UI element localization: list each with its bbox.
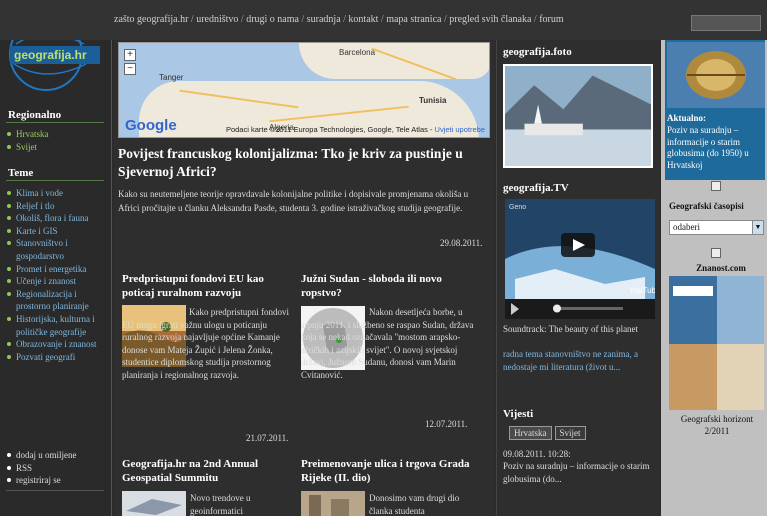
regional-divider xyxy=(6,122,104,123)
left-sidebar: geografija.hr Regionalno Hrvatska Svijet … xyxy=(0,0,112,516)
middle-column: geografija.foto geografija.TV YouTube Ge… xyxy=(496,40,659,516)
sidebar-item-regional[interactable]: Svijet xyxy=(6,141,110,154)
map-label: Tanger xyxy=(159,73,184,82)
casopis-select[interactable]: odaberi ▼ xyxy=(669,220,764,235)
sidebar-item-tema[interactable]: Stanovništvo i gospodarstvo xyxy=(6,237,110,262)
youtube-logo: YouTube xyxy=(629,286,655,295)
top-nav-link[interactable]: uredništvo xyxy=(196,14,238,25)
news-tabs: Hrvatska Svijet xyxy=(509,426,586,440)
select-value: odaberi xyxy=(673,222,700,232)
magazine-cover[interactable] xyxy=(669,276,764,410)
main-content: Barcelona Tunisia Tanger Algeria + − Goo… xyxy=(114,40,495,516)
article-title[interactable]: Preimenovanje ulica i trgova Grada Rijek… xyxy=(301,457,481,485)
featured-photo[interactable] xyxy=(503,64,653,168)
forum-topic-link[interactable]: radna tema stanovništvo ne zanima, a ned… xyxy=(503,348,659,373)
top-nav-link[interactable]: zašto geografija.hr xyxy=(114,14,188,25)
nav-separator: / xyxy=(298,14,307,25)
map-label: Tunisia xyxy=(419,96,447,105)
sidebar-item-tema[interactable]: Okoliš, flora i fauna xyxy=(6,212,110,225)
top-nav-link[interactable]: forum xyxy=(539,14,563,25)
logo-text: geografija.hr xyxy=(14,48,87,62)
right-column: Aktualno: Poziv na suradnju – informacij… xyxy=(661,40,767,516)
sidebar-item-tema[interactable]: Regionalizacija i prostorno planiranje xyxy=(6,288,110,313)
video-player[interactable]: YouTube Geno xyxy=(505,199,655,319)
top-navigation: zašto geografija.hr / uredništvo / drugi… xyxy=(114,14,564,25)
map-widget[interactable]: Barcelona Tunisia Tanger Algeria + − Goo… xyxy=(118,42,490,138)
magazine-caption[interactable]: Geografski horizont 2/2011 xyxy=(669,414,765,437)
sidebar-item-utility[interactable]: dodaj u omiljene xyxy=(6,449,110,462)
zoom-in-button[interactable]: + xyxy=(124,49,136,61)
news-text[interactable]: Poziv na suradnju – informacije o starim… xyxy=(503,460,659,485)
map-attribution-text: Podaci karte ©2011 Europa Technologies, … xyxy=(225,125,433,134)
article-date: 21.07.2011. xyxy=(246,433,289,443)
top-nav-link[interactable]: pregled svih članaka xyxy=(449,14,531,25)
sidebar-item-tema[interactable]: Promet i energetika xyxy=(6,263,110,276)
aktualno-text[interactable]: Poziv na suradnju – informacije o starim… xyxy=(667,125,763,171)
znanost-label[interactable]: Znanost.com xyxy=(681,263,761,275)
sidebar-item-utility[interactable]: registriraj se xyxy=(6,474,110,487)
teme-list: Klima i vode Reljef i tlo Okoliš, flora i … xyxy=(6,187,110,363)
article-text: Novo trendove u geoinformatici xyxy=(190,493,251,516)
broken-image-icon xyxy=(711,181,721,191)
sidebar-item-tema[interactable]: Obrazovanje i znanost xyxy=(6,338,110,351)
chevron-down-icon: ▼ xyxy=(752,221,763,234)
article-title[interactable]: Predpristupni fondovi EU kao poticaj rur… xyxy=(122,272,292,300)
foto-heading: geografija.foto xyxy=(503,46,572,58)
aktualno-label: Aktualno: xyxy=(667,113,707,123)
search-input[interactable] xyxy=(691,15,761,31)
top-nav-link[interactable]: drugi o nama xyxy=(246,14,299,25)
article-title[interactable]: Južni Sudan - sloboda ili novo ropstvo? xyxy=(301,272,481,300)
article-title[interactable]: Geografija.hr na 2nd Annual Geospatial S… xyxy=(122,457,292,485)
utility-links: dodaj u omiljene RSS registriraj se xyxy=(6,449,110,487)
map-label: Barcelona xyxy=(339,48,376,57)
news-heading: Vijesti xyxy=(503,408,534,420)
antique-globe-image[interactable] xyxy=(667,42,765,108)
sidebar-item-tema[interactable]: Historijska, kulturna i političke geogra… xyxy=(6,313,110,338)
sidebar-item-regional[interactable]: Hrvatska xyxy=(6,128,110,141)
sidebar-item-utility[interactable]: RSS xyxy=(6,462,110,475)
teme-heading: Teme xyxy=(8,167,34,179)
sidebar-item-tema[interactable]: Učenje i znanost xyxy=(6,275,110,288)
regional-heading: Regionalno xyxy=(8,109,62,121)
tv-heading: geografija.TV xyxy=(503,182,569,194)
teme-divider xyxy=(6,180,104,181)
lead-article-text: Kako su neutemeljene teorije opravdavale… xyxy=(118,189,469,213)
map-terms-link[interactable]: Uvjeti upotrebe xyxy=(435,125,485,134)
top-nav-link[interactable]: kontakt xyxy=(348,14,378,25)
article-text: Kako predpristupni fondovi EU mogu igrat… xyxy=(122,307,289,380)
article-text: Nakon desetljeća borbe, u srpnju 2011. i… xyxy=(301,307,474,380)
lead-article-title[interactable]: Povijest francuskog kolonijalizma: Tko j… xyxy=(118,145,490,181)
map-attribution: Podaci karte ©2011 Europa Technologies, … xyxy=(226,125,485,134)
article-thumbnail[interactable] xyxy=(301,491,365,516)
article-date: 12.07.2011. xyxy=(425,419,468,429)
sidebar-item-tema[interactable]: Karte i GIS xyxy=(6,225,110,238)
sidebar-item-tema[interactable]: Pozvati geografi xyxy=(6,351,110,364)
zoom-out-button[interactable]: − xyxy=(124,63,136,75)
bottom-divider xyxy=(6,490,104,491)
casopis-heading: Geografski časopisi xyxy=(669,201,744,211)
news-date: 09.08.2011. 10:28: xyxy=(503,449,571,459)
lead-article-date: 29.08.2011. xyxy=(440,238,483,248)
top-nav-link[interactable]: mapa stranica xyxy=(386,14,441,25)
video-title: Geno xyxy=(509,204,526,211)
tab-hrvatska[interactable]: Hrvatska xyxy=(509,426,552,440)
google-logo: Google xyxy=(125,117,177,134)
broken-image-icon xyxy=(711,248,721,258)
regional-list: Hrvatska Svijet xyxy=(6,128,110,153)
video-caption: Soundtrack: The beauty of this planet xyxy=(503,324,639,334)
sidebar-item-tema[interactable]: Klima i vode xyxy=(6,187,110,200)
sidebar-item-tema[interactable]: Reljef i tlo xyxy=(6,200,110,213)
article-thumbnail[interactable] xyxy=(122,491,186,516)
article-text: Donosimo vam drugi dio članka studenta xyxy=(369,493,460,516)
tab-svijet[interactable]: Svijet xyxy=(554,426,586,440)
map-land-europe xyxy=(299,43,489,79)
top-nav-link[interactable]: suradnja xyxy=(307,14,341,25)
